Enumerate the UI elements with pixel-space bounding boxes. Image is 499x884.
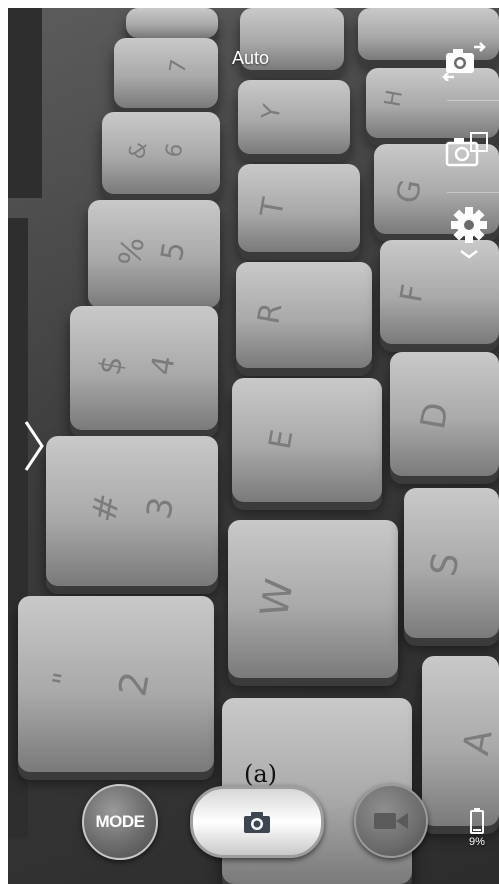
shutter-button[interactable] <box>190 786 324 858</box>
key-legend: T <box>254 195 292 220</box>
key-legend: D <box>413 399 458 433</box>
mode-button[interactable]: MODE <box>82 784 158 860</box>
keyboard-key: W <box>228 520 398 678</box>
side-divider <box>447 192 499 193</box>
keyboard-key: T <box>238 164 360 252</box>
settings-button[interactable] <box>444 207 494 259</box>
key-legend: 5 <box>154 239 193 264</box>
key-legend: G <box>390 177 429 206</box>
key-legend: E <box>262 427 301 452</box>
key-legend: H <box>380 88 409 109</box>
camera-viewfinder[interactable]: 7 & 6 % 5 $ 4 # 3 " 2 Y T R E W H G F D … <box>8 8 499 884</box>
chevron-down-icon <box>460 250 478 259</box>
key-legend: % <box>112 234 152 269</box>
key-legend: " <box>46 669 84 690</box>
keyboard-frame-left <box>8 8 42 198</box>
switch-camera-icon <box>442 42 486 81</box>
key-legend: & <box>124 139 153 162</box>
gear-icon <box>451 207 487 259</box>
keyboard-key: # 3 <box>46 436 218 586</box>
key-legend: 3 <box>139 493 183 523</box>
scene-mode-label[interactable]: Auto <box>232 48 269 69</box>
keyboard-key: S <box>404 488 499 638</box>
keyboard-key: & 6 <box>102 112 220 194</box>
camera-icon <box>244 812 270 833</box>
key-legend: F <box>393 281 432 306</box>
key-legend: Y <box>256 102 287 122</box>
record-video-button[interactable] <box>354 784 428 858</box>
keyboard-key <box>126 8 218 38</box>
keyboard-key: E <box>232 378 382 502</box>
keyboard-key: R <box>236 262 372 368</box>
key-legend: 7 <box>165 57 193 76</box>
key-legend: 2 <box>110 668 158 700</box>
battery-level: 9% <box>469 836 485 848</box>
key-legend: S <box>423 549 468 580</box>
key-legend: 4 <box>144 353 183 378</box>
keyboard-key: Y <box>238 80 350 154</box>
key-legend: # <box>84 490 129 526</box>
key-legend: W <box>251 575 302 621</box>
battery-icon <box>470 808 484 834</box>
key-legend: $ <box>92 353 131 378</box>
video-camera-icon <box>374 813 408 829</box>
camera-screen: 7 & 6 % 5 $ 4 # 3 " 2 Y T R E W H G F D … <box>8 8 499 884</box>
camera-shortcut-button[interactable] <box>442 126 492 176</box>
figure-annotation: (a) <box>244 760 278 788</box>
switch-camera-button[interactable] <box>440 36 490 86</box>
side-divider <box>447 100 499 101</box>
battery-indicator: 9% <box>460 808 494 856</box>
keyboard-key: D <box>390 352 499 476</box>
keyboard-key: " 2 <box>18 596 214 772</box>
key-legend: R <box>251 300 290 327</box>
keyboard-key: A <box>422 656 499 826</box>
keyboard-key: % 5 <box>88 200 220 308</box>
key-legend: 6 <box>161 141 189 160</box>
chevron-right-icon[interactable] <box>22 420 46 472</box>
keyboard-key: $ 4 <box>70 306 218 430</box>
key-legend: A <box>455 726 499 759</box>
camera-icon <box>445 132 488 167</box>
keyboard-key: 7 <box>114 38 218 108</box>
